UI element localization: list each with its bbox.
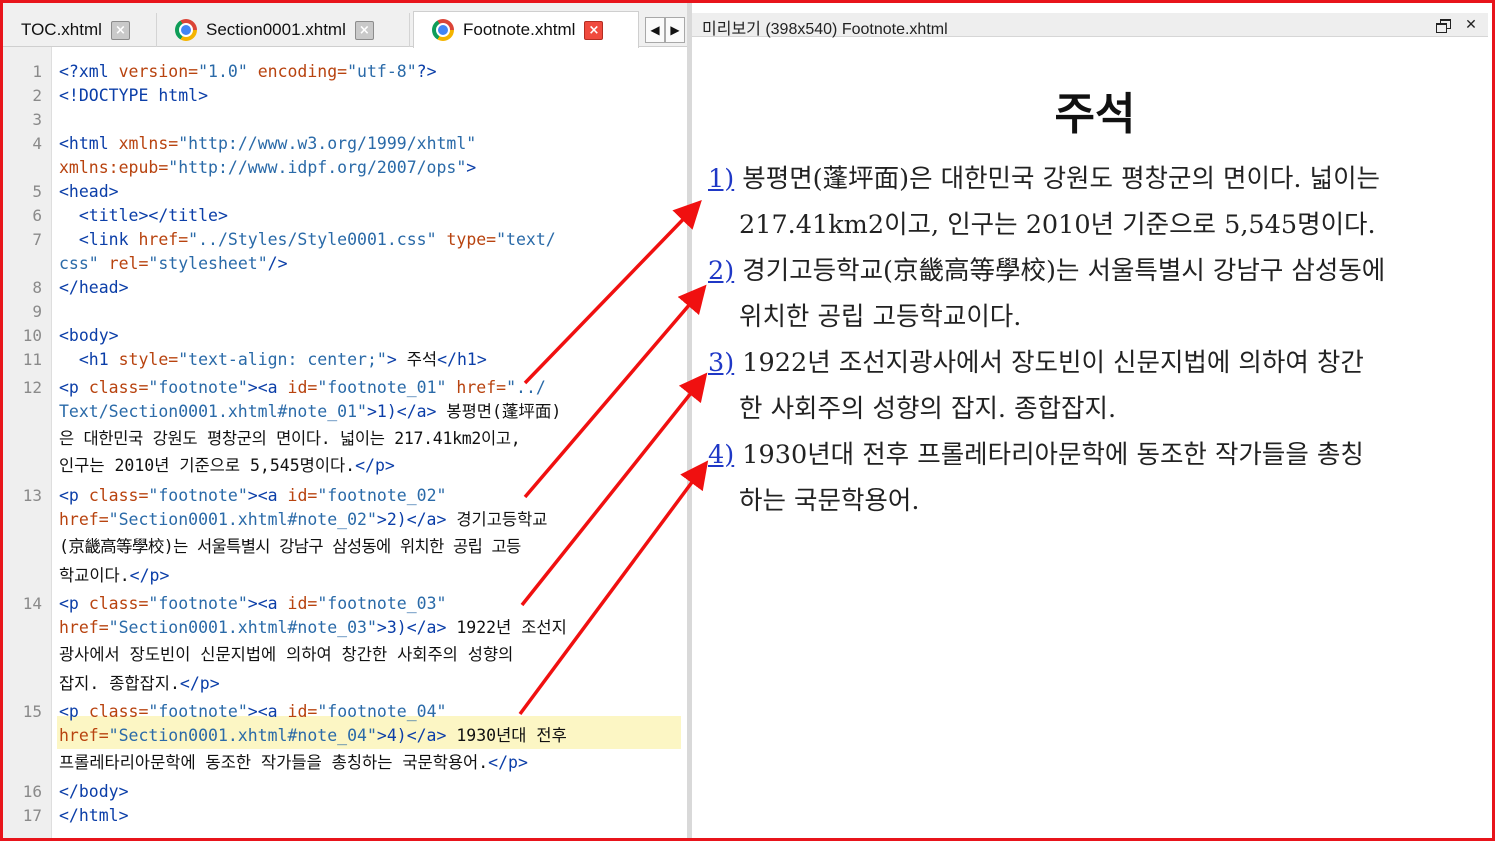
annotation-arrows [518,199,709,716]
arrow-footnote-1 [523,199,702,385]
arrow-footnote-4 [518,460,709,716]
arrow-footnote-2 [523,284,707,499]
arrow-footnote-3 [520,372,708,607]
